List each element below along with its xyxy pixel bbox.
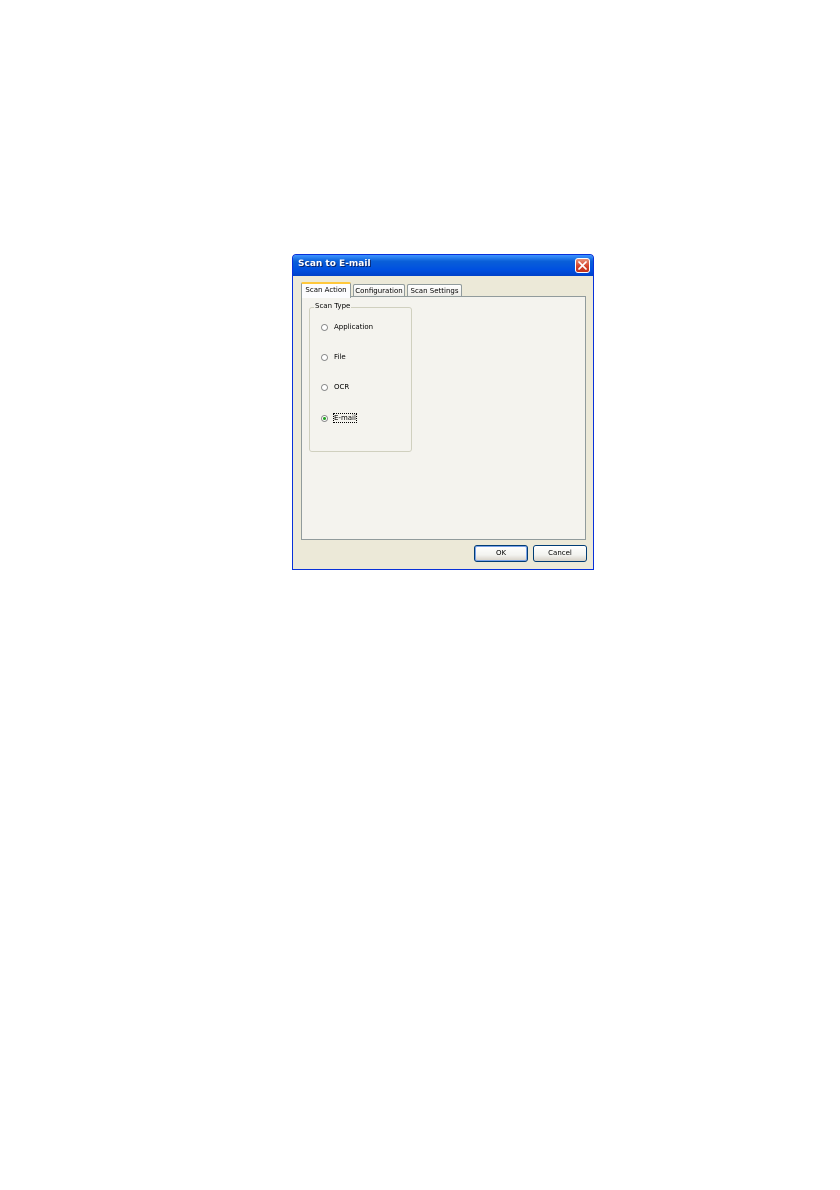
radio-button[interactable] <box>321 324 328 331</box>
close-button[interactable] <box>575 258 590 273</box>
close-icon <box>578 261 587 270</box>
radio-label: Application <box>334 323 374 331</box>
window-title: Scan to E-mail <box>298 259 371 269</box>
radio-label: OCR <box>334 383 350 391</box>
radio-selected-dot <box>323 417 326 420</box>
radio-button-selected[interactable] <box>321 415 328 422</box>
scan-action-panel: Scan Type Application File OCR E-mail <box>301 296 586 540</box>
scan-type-label: Scan Type <box>314 302 352 310</box>
radio-button[interactable] <box>321 384 328 391</box>
radio-label: E-mail <box>333 413 357 423</box>
scan-to-email-dialog: Scan to E-mail Scan Action Configuration… <box>292 254 594 570</box>
cancel-button[interactable]: Cancel <box>533 545 587 562</box>
title-bar[interactable]: Scan to E-mail <box>293 255 593 276</box>
radio-label: File <box>334 353 346 361</box>
scan-type-group: Scan Type Application File OCR E-mail <box>309 302 412 452</box>
radio-button[interactable] <box>321 354 328 361</box>
tab-scan-action[interactable]: Scan Action <box>301 282 351 298</box>
ok-button[interactable]: OK <box>474 545 528 562</box>
